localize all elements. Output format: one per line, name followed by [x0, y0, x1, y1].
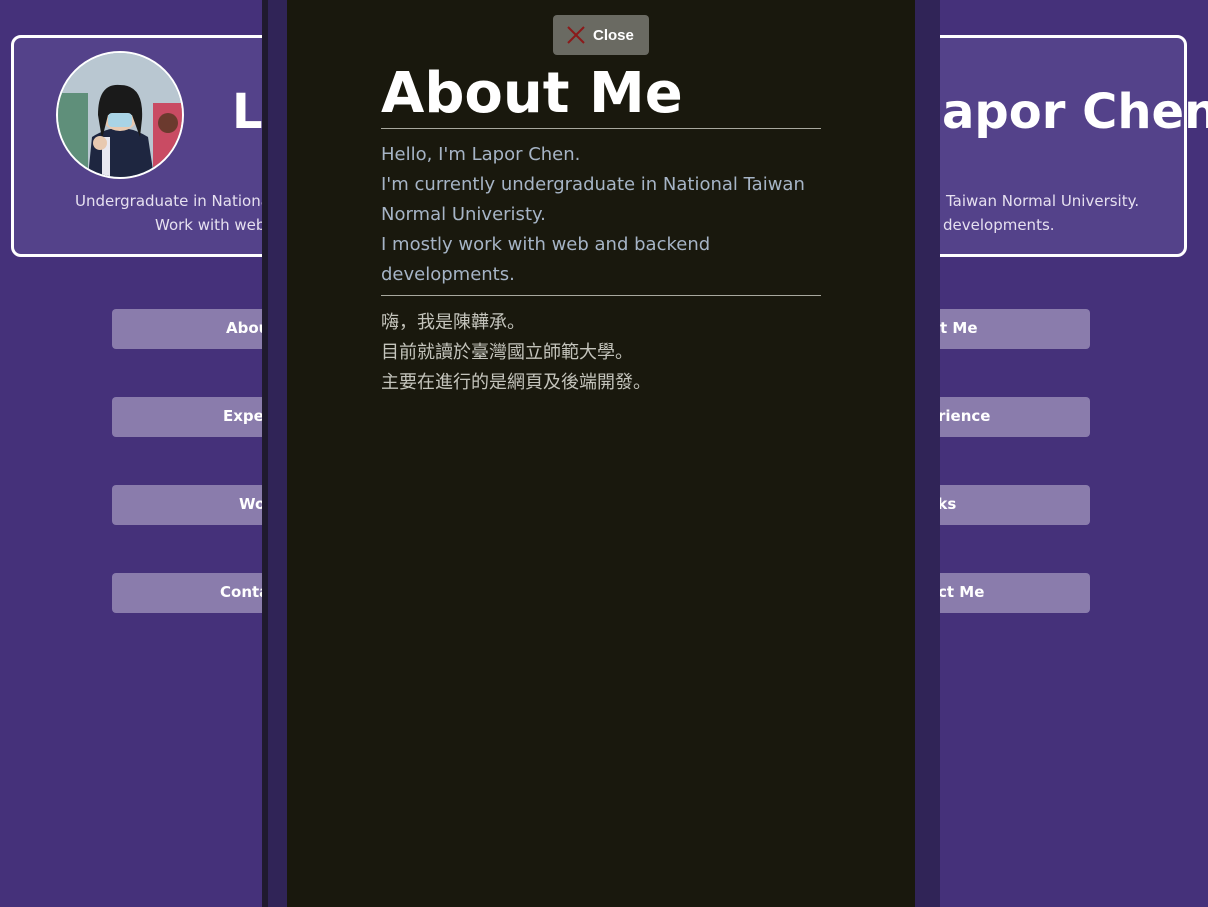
- nav-label-right: t Me: [940, 319, 978, 337]
- close-button[interactable]: Close: [553, 15, 649, 55]
- english-intro-line: I mostly work with web and backend: [381, 234, 711, 255]
- title-divider: [381, 128, 821, 129]
- nav-label-right: ct Me: [938, 583, 985, 601]
- modal-backdrop-edge: [262, 0, 268, 907]
- avatar-photo: [58, 53, 182, 177]
- chinese-intro-line: 嗨，我是陳韡承。: [381, 312, 525, 333]
- close-label: Close: [593, 27, 634, 44]
- profile-bio-line1-left: Undergraduate in National: [75, 192, 275, 210]
- nav-label-right: rience: [938, 407, 991, 425]
- profile-bio-line2-left: Work with web: [155, 216, 266, 234]
- profile-name-right: apor Chen: [942, 84, 1208, 140]
- chinese-intro-line: 目前就讀於臺灣國立師範大學。: [381, 342, 633, 363]
- profile-bio-line1-right: Taiwan Normal University.: [946, 192, 1140, 210]
- avatar: [56, 51, 184, 179]
- about-me-modal: Close About Me Hello, I'm Lapor Chen. I'…: [287, 0, 915, 907]
- close-x-icon: [567, 26, 585, 47]
- english-intro-line: I'm currently undergraduate in National …: [381, 174, 805, 195]
- english-intro-line: Normal Univeristy.: [381, 204, 546, 225]
- modal-title: About Me: [381, 61, 683, 126]
- page: La apor Chen Undergraduate in National T…: [0, 0, 1208, 907]
- language-divider: [381, 295, 821, 296]
- profile-bio-line2-right: developments.: [943, 216, 1055, 234]
- chinese-intro-line: 主要在進行的是網頁及後端開發。: [381, 372, 651, 393]
- english-intro-line: developments.: [381, 264, 515, 285]
- english-intro-line: Hello, I'm Lapor Chen.: [381, 144, 581, 165]
